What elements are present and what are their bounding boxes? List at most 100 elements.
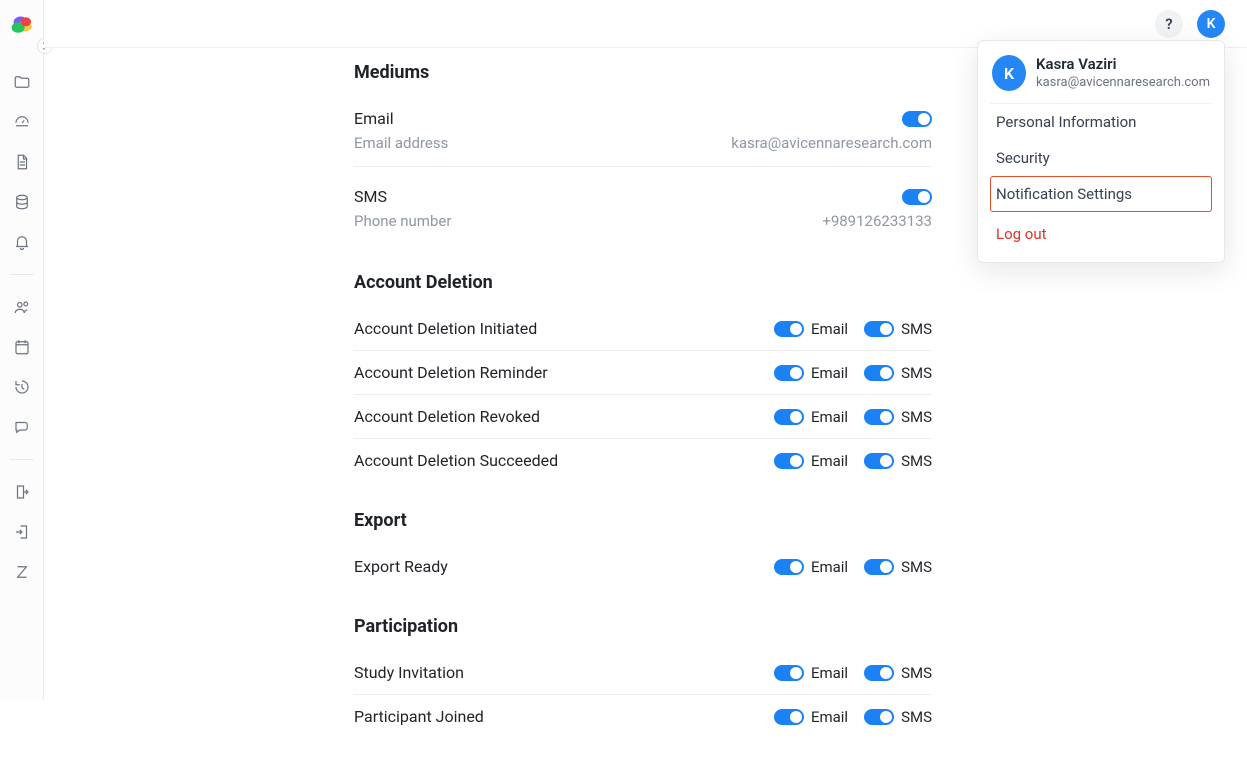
account-deletion-email-group: Email xyxy=(774,408,848,426)
dropdown-user: Kasra Vaziri kasra@avicennaresearch.com xyxy=(1036,55,1210,91)
user-dropdown: K Kasra Vaziri kasra@avicennaresearch.co… xyxy=(977,40,1225,263)
signout-icon[interactable] xyxy=(12,482,32,502)
participation-sms-toggle[interactable] xyxy=(864,665,894,681)
participation-email-group: Email xyxy=(774,708,848,726)
export-rows: Export ReadyEmailSMS xyxy=(354,545,932,588)
calendar-icon[interactable] xyxy=(12,337,32,357)
export-sms-label: SMS xyxy=(901,558,932,576)
account-deletion-email-label: Email xyxy=(811,364,848,382)
dashboard-icon[interactable] xyxy=(12,112,32,132)
account-deletion-row-label: Account Deletion Succeeded xyxy=(354,451,558,470)
medium-email-sublabel: Email address xyxy=(354,134,448,152)
medium-sms-subrow: Phone number +989126233133 xyxy=(354,210,932,244)
account-deletion-row: Account Deletion Reminder Email SMS xyxy=(354,351,932,395)
participation-row-toggles: Email SMS xyxy=(774,708,932,726)
account-deletion-email-label: Email xyxy=(811,320,848,338)
medium-sms-value: +989126233133 xyxy=(822,212,932,230)
dropdown-user-name: Kasra Vaziri xyxy=(1036,55,1210,75)
export-row: Export ReadyEmailSMS xyxy=(354,545,932,588)
account-deletion-sms-group: SMS xyxy=(864,320,932,338)
participation-sms-group: SMS xyxy=(864,708,932,726)
account-deletion-email-toggle[interactable] xyxy=(774,453,804,469)
history-icon[interactable] xyxy=(12,377,32,397)
participation-row-toggles: Email SMS xyxy=(774,664,932,682)
participation-email-label: Email xyxy=(811,664,848,682)
account-deletion-sms-toggle[interactable] xyxy=(864,453,894,469)
section-title-export: Export xyxy=(354,510,932,531)
users-icon[interactable] xyxy=(12,297,32,317)
account-deletion-sms-group: SMS xyxy=(864,408,932,426)
account-deletion-email-toggle[interactable] xyxy=(774,409,804,425)
account-deletion-row-toggles: Email SMS xyxy=(774,364,932,382)
dropdown-item-notifications[interactable]: Notification Settings xyxy=(990,176,1212,212)
participation-sms-label: SMS xyxy=(901,664,932,682)
account-deletion-email-group: Email xyxy=(774,320,848,338)
participation-row: Study Invitation Email SMS xyxy=(354,651,932,695)
account-deletion-sms-toggle[interactable] xyxy=(864,365,894,381)
account-deletion-email-label: Email xyxy=(811,408,848,426)
bell-icon[interactable] xyxy=(12,232,32,252)
dropdown-item-personal[interactable]: Personal Information xyxy=(990,104,1212,140)
account-deletion-sms-label: SMS xyxy=(901,364,932,382)
database-icon[interactable] xyxy=(12,192,32,212)
medium-sms-toggle[interactable] xyxy=(902,189,932,205)
folder-icon[interactable] xyxy=(12,72,32,92)
account-deletion-email-group: Email xyxy=(774,452,848,470)
document-icon[interactable] xyxy=(12,152,32,172)
participation-email-toggle[interactable] xyxy=(774,665,804,681)
export-email-toggle[interactable] xyxy=(774,559,804,575)
export-email-group: Email xyxy=(774,558,848,576)
account-deletion-sms-group: SMS xyxy=(864,364,932,382)
sidebar-separator xyxy=(10,274,34,275)
medium-email-subrow: Email address kasra@avicennaresearch.com xyxy=(354,132,932,167)
account-deletion-sms-label: SMS xyxy=(901,452,932,470)
participation-row: Participant Joined Email SMS xyxy=(354,695,932,738)
medium-sms-row: SMS xyxy=(354,167,932,210)
medium-sms-sublabel: Phone number xyxy=(354,212,451,230)
account-deletion-email-toggle[interactable] xyxy=(774,365,804,381)
participation-row-label: Participant Joined xyxy=(354,707,484,726)
account-deletion-row: Account Deletion Succeeded Email SMS xyxy=(354,439,932,482)
chat-icon[interactable] xyxy=(12,417,32,437)
signin-icon[interactable] xyxy=(12,522,32,542)
account-deletion-sms-label: SMS xyxy=(901,320,932,338)
account-deletion-sms-group: SMS xyxy=(864,452,932,470)
account-deletion-row-label: Account Deletion Reminder xyxy=(354,363,548,382)
account-deletion-row-toggles: Email SMS xyxy=(774,320,932,338)
participation-sms-label: SMS xyxy=(901,708,932,726)
notification-settings: Mediums Email Email address kasra@avicen… xyxy=(354,48,932,778)
sidebar xyxy=(0,0,44,700)
participation-sms-toggle[interactable] xyxy=(864,709,894,725)
account-deletion-sms-toggle[interactable] xyxy=(864,321,894,337)
account-deletion-row-label: Account Deletion Initiated xyxy=(354,319,537,338)
dropdown-header: K Kasra Vaziri kasra@avicennaresearch.co… xyxy=(990,51,1212,104)
participation-email-label: Email xyxy=(811,708,848,726)
export-row-toggles: Email SMS xyxy=(774,558,932,576)
medium-email-toggle[interactable] xyxy=(902,111,932,127)
account-deletion-row-toggles: Email SMS xyxy=(774,408,932,426)
export-email-label: Email xyxy=(811,558,848,576)
participation-rows: Study InvitationEmailSMSParticipant Join… xyxy=(354,651,932,738)
dropdown-item-security[interactable]: Security xyxy=(990,140,1212,176)
account-deletion-email-label: Email xyxy=(811,452,848,470)
medium-email-row: Email xyxy=(354,97,932,132)
participation-row-label: Study Invitation xyxy=(354,663,464,682)
account-deletion-row: Account Deletion Initiated Email SMS xyxy=(354,307,932,351)
account-deletion-sms-toggle[interactable] xyxy=(864,409,894,425)
account-deletion-row-label: Account Deletion Revoked xyxy=(354,407,540,426)
account-deletion-row: Account Deletion Revoked Email SMS xyxy=(354,395,932,439)
dropdown-user-email: kasra@avicennaresearch.com xyxy=(1036,75,1210,92)
dropdown-item-logout[interactable]: Log out xyxy=(990,216,1212,252)
export-sms-toggle[interactable] xyxy=(864,559,894,575)
logo xyxy=(9,12,35,38)
help-button[interactable]: ? xyxy=(1155,10,1183,38)
participation-email-toggle[interactable] xyxy=(774,709,804,725)
avatar-button[interactable]: K xyxy=(1197,10,1225,38)
z-icon[interactable] xyxy=(12,562,32,582)
medium-email-value: kasra@avicennaresearch.com xyxy=(731,134,932,152)
medium-email-label: Email xyxy=(354,109,394,128)
dropdown-avatar: K xyxy=(992,55,1026,91)
account-deletion-row-toggles: Email SMS xyxy=(774,452,932,470)
participation-email-group: Email xyxy=(774,664,848,682)
account-deletion-email-toggle[interactable] xyxy=(774,321,804,337)
